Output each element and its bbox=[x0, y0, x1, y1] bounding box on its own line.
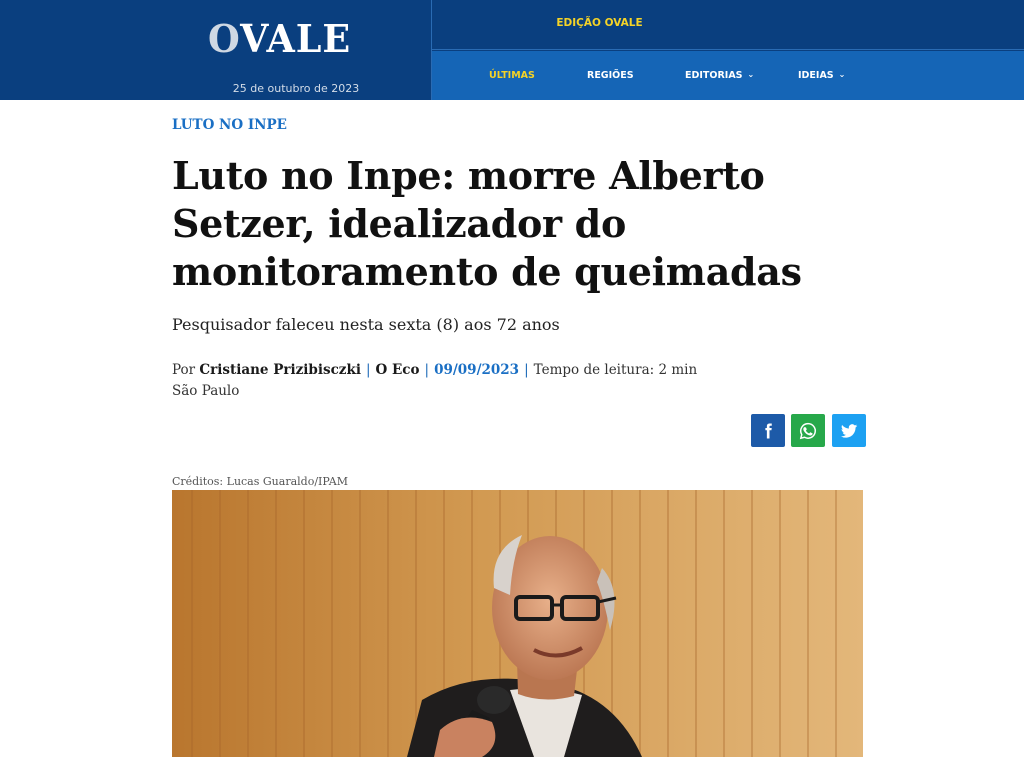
chevron-down-icon: ⌄ bbox=[838, 70, 846, 79]
nav-item-label: REGIÕES bbox=[587, 70, 634, 81]
article-byline: Por Cristiane Prizibisczki | O Eco | 09/09/2… bbox=[172, 360, 792, 402]
byline-reading-time: Tempo de leitura: 2 min bbox=[533, 362, 698, 378]
edition-link[interactable]: EDIÇÃO OVALE bbox=[432, 17, 767, 29]
brand-area: OVALE 25 de outubro de 2023 bbox=[0, 0, 431, 100]
header-date: 25 de outubro de 2023 bbox=[196, 77, 396, 96]
nav-item-regioes[interactable]: REGIÕES bbox=[587, 70, 634, 81]
article-kicker[interactable]: LUTO NO INPE bbox=[172, 117, 287, 133]
byline-date: 09/09/2023 bbox=[434, 362, 520, 378]
byline-author[interactable]: Cristiane Prizibisczki bbox=[199, 362, 361, 378]
header-date-text: 25 de outubro de 2023 bbox=[232, 82, 360, 95]
byline-separator: | bbox=[424, 362, 430, 378]
chevron-down-icon: ⌄ bbox=[747, 70, 755, 79]
main-nav: ÚLTIMAS REGIÕES EDITORIAS ⌄ IDEIAS ⌄ bbox=[432, 51, 1024, 100]
photo-image bbox=[172, 490, 863, 757]
nav-item-ideias[interactable]: IDEIAS ⌄ bbox=[798, 70, 845, 81]
site-logo[interactable]: OVALE bbox=[208, 18, 386, 60]
nav-item-ultimas[interactable]: ÚLTIMAS bbox=[489, 70, 535, 81]
nav-item-label: ÚLTIMAS bbox=[489, 70, 535, 81]
article-photo[interactable] bbox=[172, 490, 863, 757]
nav-item-label: IDEIAS bbox=[798, 70, 834, 81]
byline-outlet[interactable]: O Eco bbox=[376, 362, 420, 378]
byline-prefix: Por bbox=[172, 362, 196, 378]
byline-separator: | bbox=[524, 362, 529, 378]
share-twitter-button[interactable] bbox=[832, 414, 866, 447]
twitter-icon bbox=[840, 423, 858, 438]
photo-credit: Créditos: Lucas Guaraldo/IPAM bbox=[172, 475, 348, 488]
site-header: OVALE 25 de outubro de 2023 EDIÇÃO OVALE… bbox=[0, 0, 1024, 100]
byline-location: São Paulo bbox=[172, 383, 240, 399]
nav-item-label: EDITORIAS bbox=[685, 70, 743, 81]
logo-wordmark: OVALE bbox=[208, 16, 352, 61]
nav-item-editorias[interactable]: EDITORIAS ⌄ bbox=[685, 70, 754, 81]
whatsapp-icon bbox=[799, 422, 817, 439]
byline-separator: | bbox=[365, 362, 371, 378]
article-subhead: Pesquisador faleceu nesta sexta (8) aos … bbox=[172, 315, 560, 334]
share-whatsapp-button[interactable] bbox=[791, 414, 825, 447]
facebook-icon bbox=[765, 423, 772, 438]
edition-bar: EDIÇÃO OVALE bbox=[432, 0, 1024, 50]
share-facebook-button[interactable] bbox=[751, 414, 785, 447]
article-headline: Luto no Inpe: morre Alberto Setzer, idea… bbox=[172, 153, 802, 294]
